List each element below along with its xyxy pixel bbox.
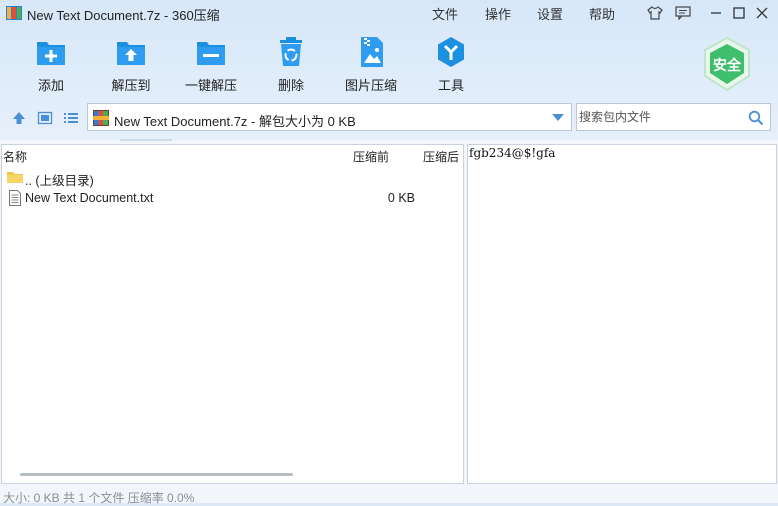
search-input[interactable]	[579, 108, 739, 126]
file-list-panel: 名称 压缩前 压缩后 .. (上级目录) New Text Document.t…	[1, 144, 464, 484]
list-view-icon[interactable]	[63, 110, 79, 126]
one-click-extract-icon	[197, 42, 225, 65]
search-box[interactable]	[576, 103, 771, 131]
safe-label: 安全	[713, 57, 741, 73]
text-file-icon	[9, 190, 21, 206]
skin-shirt-icon[interactable]	[645, 3, 665, 23]
feedback-icon[interactable]	[673, 3, 693, 23]
dropdown-arrow-icon[interactable]	[552, 114, 564, 121]
menu-help[interactable]: 帮助	[589, 4, 615, 23]
image-compress-label: 图片压缩	[344, 78, 397, 93]
up-arrow-icon[interactable]	[11, 110, 27, 126]
path-divider	[120, 139, 172, 141]
list-item-parent-dir[interactable]: .. (上级目录)	[2, 167, 463, 188]
minimize-icon[interactable]	[706, 3, 726, 23]
status-bar-text: 大小: 0 KB 共 1 个文件 压缩率 0.0%	[3, 491, 195, 505]
add-button[interactable]: 添加	[11, 36, 91, 96]
window-title: New Text Document.7z - 360压缩	[27, 8, 220, 23]
tools-button[interactable]: 工具	[411, 36, 491, 96]
column-header-after[interactable]: 压缩后	[423, 148, 459, 165]
add-folder-icon	[37, 42, 65, 65]
menu-settings[interactable]: 设置	[537, 4, 563, 23]
list-item-size: 0 KB	[387, 191, 415, 205]
security-shield-badge[interactable]: 安全	[701, 36, 753, 92]
horizontal-scrollbar[interactable]	[20, 473, 293, 476]
app-window: New Text Document.7z - 360压缩 文件 操作 设置 帮助…	[0, 0, 778, 505]
archive-file-icon	[93, 110, 109, 126]
close-icon[interactable]	[752, 3, 772, 23]
image-compress-button[interactable]: 图片压缩	[331, 36, 411, 96]
archive-path-dropdown[interactable]: New Text Document.7z - 解包大小为 0 KB	[87, 103, 572, 131]
archive-path-text: New Text Document.7z - 解包大小为 0 KB	[114, 114, 356, 129]
extract-to-button[interactable]: 解压到	[91, 36, 171, 96]
extract-to-label: 解压到	[111, 78, 151, 93]
title-bar: New Text Document.7z - 360压缩 文件 操作 设置 帮助	[0, 0, 778, 26]
extract-to-icon	[117, 42, 145, 65]
delete-button[interactable]: 删除	[251, 36, 331, 96]
one-click-extract-label: 一键解压	[184, 78, 237, 93]
menu-file[interactable]: 文件	[432, 4, 458, 23]
menu-operation[interactable]: 操作	[485, 4, 511, 23]
list-item-name: .. (上级目录)	[25, 174, 94, 188]
maximize-icon[interactable]	[729, 3, 749, 23]
search-icon[interactable]	[748, 110, 764, 126]
list-item-text-file[interactable]: New Text Document.txt 0 KB	[2, 188, 463, 208]
tools-icon	[438, 37, 464, 67]
one-click-extract-button[interactable]: 一键解压	[171, 36, 251, 96]
preview-content: fgb234@$!gfa	[469, 146, 556, 160]
image-compress-icon	[361, 37, 383, 67]
thumbnail-view-icon[interactable]	[37, 110, 53, 126]
app-logo-icon	[6, 6, 22, 20]
column-header-before[interactable]: 压缩前	[353, 148, 389, 165]
column-header-name[interactable]: 名称	[3, 148, 27, 165]
tools-label: 工具	[437, 78, 464, 93]
add-label: 添加	[37, 78, 64, 93]
delete-label: 删除	[277, 78, 304, 93]
list-item-name: New Text Document.txt	[25, 191, 154, 205]
folder-icon	[7, 172, 23, 183]
preview-panel: fgb234@$!gfa	[467, 144, 777, 484]
recycle-icon	[280, 37, 302, 66]
